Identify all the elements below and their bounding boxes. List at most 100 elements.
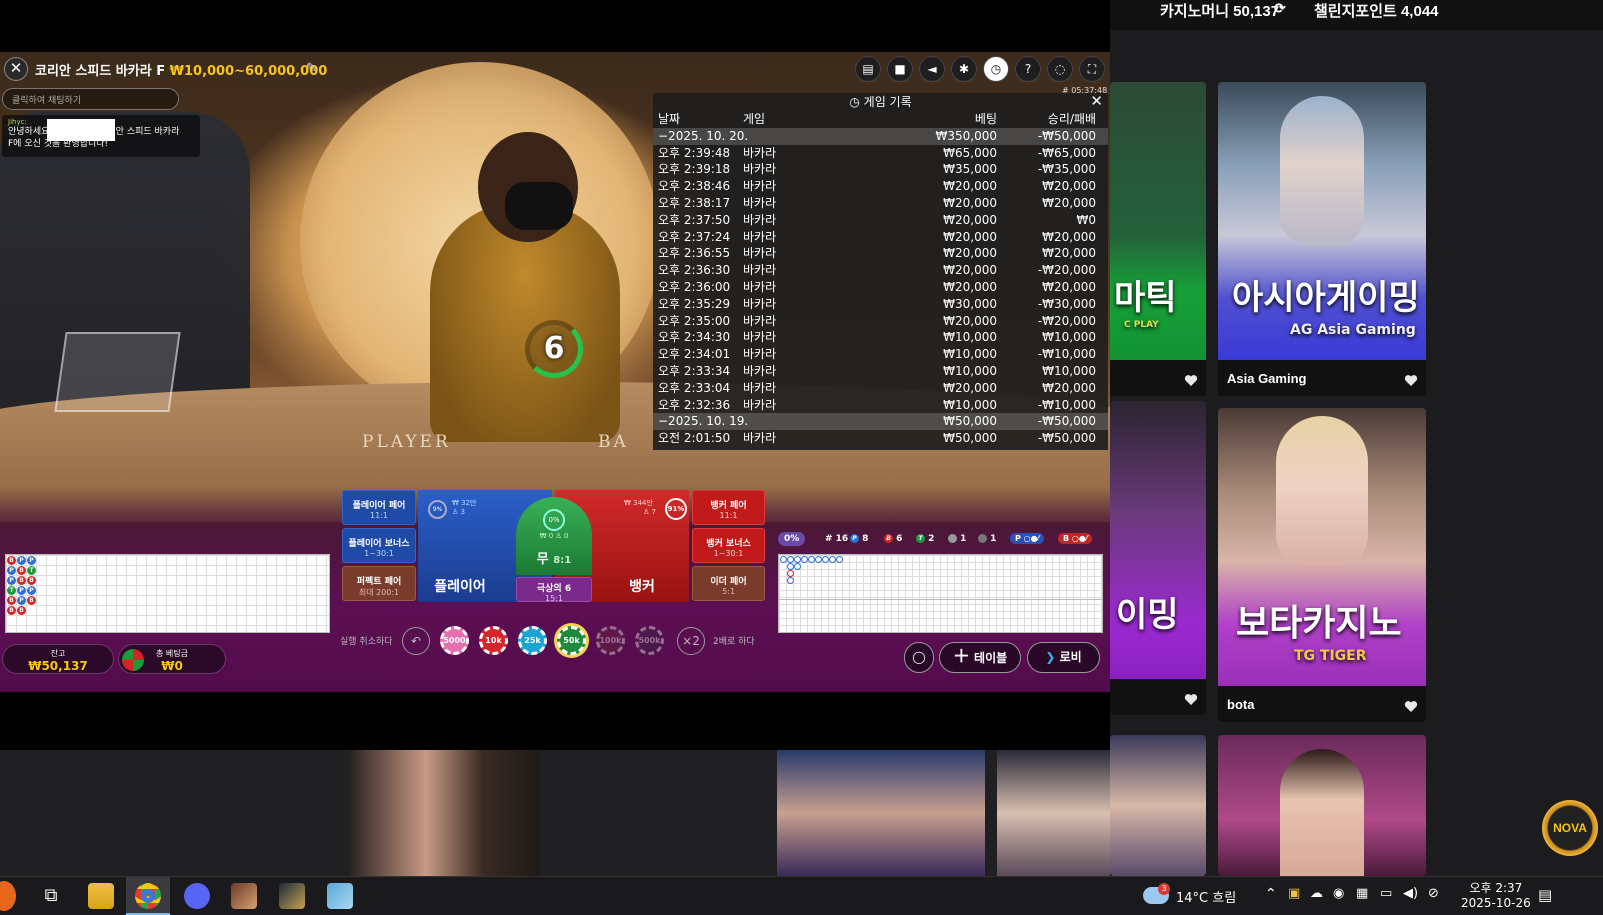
- history-result: ₩10,000: [1042, 363, 1096, 378]
- game-header: ✕ 코리안 스피드 바카라 F ₩10,000~60,000,000 ✎ ▤ ■…: [0, 52, 1110, 86]
- chip-5000[interactable]: 5000: [440, 626, 469, 655]
- volume-icon[interactable]: ◀): [1403, 886, 1418, 901]
- chat-icon[interactable]: ▤: [855, 56, 881, 82]
- task-view-icon[interactable]: ⧉: [38, 883, 64, 909]
- col-result: 승리/패배: [1047, 112, 1096, 126]
- network-icon[interactable]: ▭: [1380, 886, 1392, 901]
- discord-icon[interactable]: [184, 883, 210, 909]
- site-background-area: [0, 750, 1110, 876]
- video-icon[interactable]: ■: [887, 56, 913, 82]
- either-pair-bet[interactable]: 이더 페어 5:1: [692, 566, 765, 601]
- card-name: Asia Gaming: [1227, 371, 1307, 386]
- balance-value: ₩50,137: [28, 659, 88, 673]
- heart-icon[interactable]: [1184, 374, 1198, 387]
- history-date: 오후 2:39:48: [658, 145, 731, 160]
- game-card[interactable]: 이밍: [1110, 401, 1206, 715]
- big-road-ring: [822, 556, 829, 563]
- heart-icon[interactable]: [1184, 693, 1198, 706]
- close-icon[interactable]: ✕: [1090, 94, 1103, 109]
- heart-icon[interactable]: [1404, 700, 1418, 713]
- history-icon[interactable]: ◷: [983, 56, 1009, 82]
- lobby-button[interactable]: ❯ 로비: [1027, 642, 1100, 673]
- settings-icon[interactable]: ✱: [951, 56, 977, 82]
- challenge-points: 챌린지포인트 4,044: [1314, 3, 1439, 20]
- history-date-group[interactable]: −2025. 10. 20. ₩350,000 -₩50,000: [653, 127, 1108, 145]
- banker-bonus-bet[interactable]: 뱅커 보너스 1~30:1: [692, 528, 765, 563]
- chat-text-a: 안녕하세요: [8, 127, 50, 137]
- player-predict-button[interactable]: P ○●⁄: [1010, 533, 1044, 544]
- banker-predict-button[interactable]: B ○●⁄: [1058, 533, 1093, 544]
- app-icon[interactable]: [327, 883, 353, 909]
- game-title: 코리안 스피드 바카라 F ₩10,000~60,000,000: [35, 60, 327, 79]
- history-bet: ₩20,000: [943, 229, 997, 244]
- chrome-active-tab[interactable]: [126, 877, 170, 915]
- super6-bet[interactable]: 극상의 6 15:1: [516, 577, 592, 603]
- game-card[interactable]: 보타카지노 TG TIGER bota: [1218, 408, 1426, 722]
- chip-500k[interactable]: 500k: [635, 626, 664, 655]
- cloud-icon[interactable]: ☁: [1310, 886, 1323, 901]
- start-orb-icon[interactable]: [0, 881, 16, 911]
- pair-icon: [978, 534, 987, 543]
- tray-chevron-icon[interactable]: ⌃: [1265, 886, 1277, 902]
- chip-50k[interactable]: 50k: [557, 626, 586, 655]
- chip-10k[interactable]: 10k: [479, 626, 508, 655]
- double-label: 2배로 하다: [713, 637, 755, 647]
- game-card[interactable]: 아시아게이밍 AG Asia Gaming Asia Gaming: [1218, 82, 1426, 396]
- history-panel: ◷ 게임 기록 ✕ 날짜 게임 베팅 승리/패배 −2025. 10. 20. ₩…: [653, 93, 1108, 450]
- clock[interactable]: 오후 2:37 2025-10-26: [1461, 879, 1531, 910]
- fullscreen-icon[interactable]: ⛶: [1079, 56, 1105, 82]
- nova-badge[interactable]: NOVA: [1542, 800, 1598, 856]
- notification-icon[interactable]: ▤: [1538, 886, 1552, 904]
- lock-icon[interactable]: ▣: [1288, 886, 1300, 901]
- player-pair-bet[interactable]: 플레이어 페어 11:1: [342, 490, 416, 525]
- heart-icon[interactable]: [1404, 374, 1418, 387]
- card-art-text: 이밍: [1116, 595, 1179, 635]
- game-app-icon[interactable]: [231, 883, 257, 909]
- close-icon[interactable]: ✕: [4, 57, 28, 81]
- game-card[interactable]: [1218, 735, 1426, 876]
- card-art-text: 보타카지노: [1236, 603, 1402, 644]
- file-explorer-icon[interactable]: [88, 883, 114, 909]
- history-date-group[interactable]: −2025. 10. 19. ₩50,000 -₩50,000: [653, 413, 1108, 431]
- balance-box: 잔고 ₩50,137: [2, 644, 114, 674]
- banker-dot-icon: B: [884, 534, 893, 543]
- steam-icon[interactable]: ◉: [1333, 886, 1344, 901]
- history-date: 오후 2:39:18: [658, 162, 731, 177]
- chip-25k[interactable]: 25k: [518, 626, 547, 655]
- refresh-icon[interactable]: ⟳: [1274, 0, 1286, 17]
- history-date: 오후 2:36:30: [658, 263, 731, 278]
- volume-icon[interactable]: ◄: [919, 56, 945, 82]
- player-bonus-bet[interactable]: 플레이어 보너스 1~30:1: [342, 528, 416, 563]
- game-card-thumb[interactable]: [1110, 735, 1206, 876]
- pin-icon[interactable]: ✎: [306, 61, 317, 76]
- game-card-thumb[interactable]: [997, 750, 1110, 876]
- double-icon[interactable]: ×2: [677, 627, 705, 655]
- history-row: 오후 2:34:30 바카라 ₩10,000 ₩10,000: [653, 329, 1108, 346]
- total-bet-label: 총 베팅금: [156, 649, 188, 658]
- col-game: 게임: [743, 112, 766, 126]
- total-bet-box: 총 베팅금 ₩0: [118, 644, 226, 674]
- chat-input[interactable]: 클릭하여 채팅하기: [2, 88, 179, 110]
- history-bet: ₩50,000: [943, 414, 997, 429]
- support-icon[interactable]: ◌: [1047, 56, 1073, 82]
- big-road-ring: [815, 556, 822, 563]
- chat-toggle-icon[interactable]: ◯: [904, 642, 934, 673]
- history-bet: ₩10,000: [943, 397, 997, 412]
- table-button[interactable]: ＋ 테이블: [939, 642, 1021, 673]
- league-icon[interactable]: [279, 883, 305, 909]
- tie-bet[interactable]: 0% ₩ 0 ♙ 0 무 8:1: [516, 497, 592, 575]
- banker-pair-bet[interactable]: 뱅커 페어 11:1: [692, 490, 765, 525]
- history-game: 바카라: [743, 363, 777, 378]
- big-road-ring: [808, 556, 815, 563]
- chip-100k[interactable]: 100k: [596, 626, 625, 655]
- game-card-thumb[interactable]: [777, 750, 985, 876]
- game-card[interactable]: 마틱 C PLAY: [1110, 82, 1206, 396]
- undo-icon[interactable]: ↶: [402, 627, 430, 655]
- big-road-ring: [787, 577, 794, 584]
- help-icon[interactable]: ?: [1015, 56, 1041, 82]
- history-row: 오후 2:37:50 바카라 ₩20,000 ₩0: [653, 212, 1108, 229]
- mute-mic-icon[interactable]: ⊘: [1428, 886, 1439, 901]
- history-game: 바카라: [743, 263, 777, 278]
- pair-icon: [948, 534, 957, 543]
- tray-app-icon[interactable]: ▦: [1356, 886, 1368, 901]
